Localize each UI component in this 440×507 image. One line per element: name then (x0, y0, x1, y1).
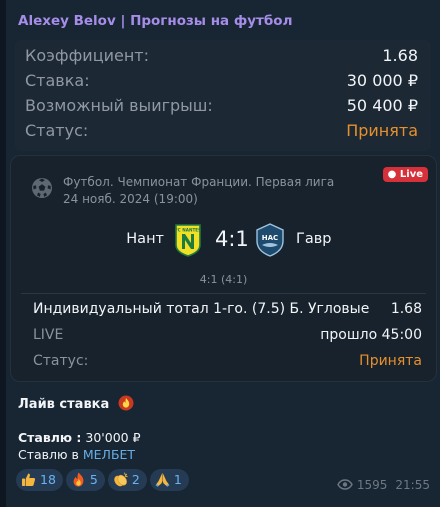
message-bubble: Alexey Belov | Прогнозы на футбол Коэффи… (6, 0, 440, 507)
reactions-bar: 18 5 2 1 (16, 469, 192, 491)
market-odds: 1.68 (390, 301, 422, 317)
reaction-praying[interactable]: 1 (149, 469, 189, 491)
caption-text: Лайв ставка (18, 397, 110, 412)
reaction-count: 1 (173, 472, 182, 487)
odds-label: Коэффициент: (25, 46, 149, 65)
reaction-count: 2 (131, 472, 140, 487)
stake-line-value: 30'000 ₽ (81, 430, 141, 445)
fire-circle-icon (118, 395, 134, 411)
sender-name[interactable]: Alexey Belov | Прогнозы на футбол (18, 13, 292, 29)
fc-nantes-logo: FC NANTES (175, 224, 201, 257)
message-meta: 1595 21:55 (337, 478, 430, 492)
elapsed-time: прошло 45:00 (320, 327, 422, 343)
reaction-count: 5 (89, 472, 98, 487)
bet-summary-card: Коэффициент: 1.68 Ставка: 30 000 ₽ Возмо… (15, 40, 431, 151)
reaction-clapping[interactable]: 2 (107, 469, 147, 491)
stake-label: Ставка: (25, 71, 90, 90)
fire-icon (71, 472, 86, 487)
stake-line-label: Ставлю : (18, 430, 82, 445)
praying-hands-icon (155, 472, 170, 487)
bookmaker-line: Ставлю в МЕЛБЕТ (18, 447, 135, 462)
bookmaker-link[interactable]: МЕЛБЕТ (83, 447, 135, 462)
event-card[interactable]: Футбол. Чемпионат Франции. Первая лига 2… (10, 155, 437, 382)
divider (21, 293, 426, 294)
score: 4:1 (215, 227, 249, 251)
bookmaker-prefix: Ставлю в (18, 447, 83, 462)
event-date: 24 нояб. 2024 (19:00) (63, 192, 198, 206)
status-value: Принята (346, 121, 418, 140)
message-time: 21:55 (395, 478, 430, 492)
views-count: 1595 (356, 478, 388, 492)
league-name: Футбол. Чемпионат Франции. Первая лига (63, 175, 335, 189)
payout-value: 50 400 ₽ (346, 96, 418, 115)
le-havre-logo: HAC (256, 223, 284, 257)
away-team-name: Гавр (296, 231, 332, 247)
status-row: Статус: Принята (25, 121, 418, 145)
live-badge: ● Live (382, 167, 428, 182)
payout-row: Возможный выигрыш: 50 400 ₽ (25, 96, 418, 120)
live-label: LIVE (33, 327, 64, 343)
thumbs-up-icon (21, 472, 36, 487)
payout-label: Возможный выигрыш: (25, 96, 213, 115)
event-status-value: Принята (359, 353, 422, 369)
stake-value: 30 000 ₽ (346, 71, 418, 90)
stake-row: Ставка: 30 000 ₽ (25, 71, 418, 95)
le-havre-logo-text: HAC (262, 234, 278, 242)
reaction-count: 18 (40, 472, 56, 487)
reaction-thumbs-up[interactable]: 18 (16, 469, 63, 491)
home-team-name: Нант (126, 231, 164, 247)
event-status-label: Статус: (33, 353, 89, 369)
halftime-score: 4:1 (4:1) (199, 273, 248, 286)
stake-line: Ставлю : 30'000 ₽ (18, 430, 141, 445)
clapping-hands-icon (113, 472, 128, 487)
views-icon (337, 479, 353, 490)
odds-value: 1.68 (382, 46, 418, 65)
reaction-fire[interactable]: 5 (65, 469, 105, 491)
market-name: Индивидуальный тотал 1-го. (7.5) Б. Угло… (33, 301, 370, 317)
live-badge-label: Live (399, 169, 423, 180)
fc-nantes-logo-text: FC NANTES (175, 228, 201, 233)
status-label: Статус: (25, 121, 89, 140)
odds-row: Коэффициент: 1.68 (25, 46, 418, 70)
caption: Лайв ставка (18, 395, 134, 412)
football-icon (32, 178, 52, 198)
